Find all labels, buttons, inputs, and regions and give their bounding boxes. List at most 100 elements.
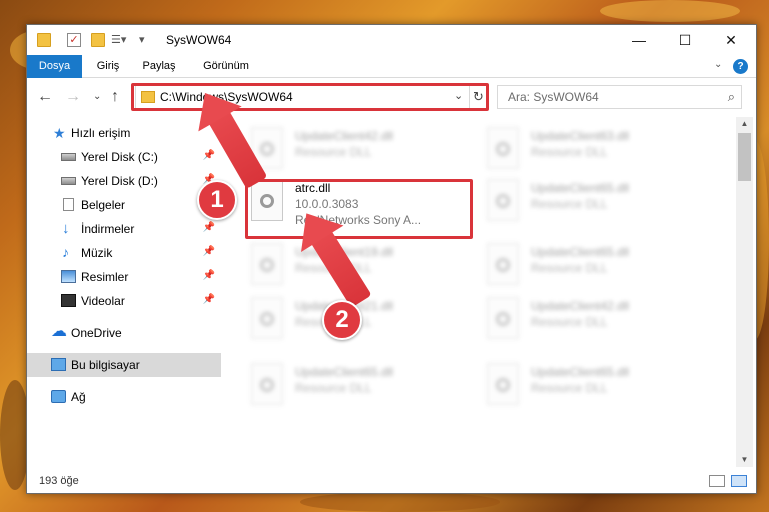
network-icon	[51, 390, 66, 403]
scroll-up-icon[interactable]: ▲	[736, 117, 753, 131]
file-tile-atrc[interactable]: atrc.dll 10.0.0.3083 RealNetworks Sony A…	[249, 175, 479, 233]
tab-share[interactable]: Paylaş	[133, 55, 185, 78]
file-list: UpdateClient42.dll Resource DLL UpdateCl…	[223, 117, 735, 467]
pin-icon[interactable]: 📌	[203, 150, 215, 161]
picture-icon	[61, 270, 76, 283]
sidebar-item-label: Resimler	[81, 270, 129, 284]
file-name: UpdateClient65.dll	[531, 181, 630, 195]
file-description: Resource DLL	[531, 315, 608, 329]
title-bar: ✓ ☰▾ ▾ SysWOW64 — ☐ ✕	[27, 25, 756, 55]
sidebar-item-music[interactable]: ♪ Müzik 📌	[27, 241, 221, 265]
sidebar-item-label: İndirmeler	[81, 222, 135, 236]
drive-icon	[61, 153, 76, 161]
up-arrow-icon[interactable]: ↑	[111, 88, 119, 106]
close-icon: ✕	[725, 31, 737, 48]
details-view-icon[interactable]	[709, 475, 725, 487]
search-input[interactable]: Ara: SysWOW64 ⌕	[497, 85, 742, 109]
dll-file-icon	[487, 179, 519, 221]
maximize-button[interactable]: ☐	[662, 25, 708, 55]
sidebar-item-local-disk-c[interactable]: Yerel Disk (C:) 📌	[27, 145, 221, 169]
expand-ribbon-icon[interactable]: ⌄	[714, 59, 726, 73]
sidebar-item-network[interactable]: Ağ	[27, 385, 221, 409]
recent-locations-icon[interactable]: ⌄	[93, 88, 101, 106]
step-badge-2: 2	[322, 300, 362, 340]
sidebar-item-this-pc[interactable]: Bu bilgisayar	[27, 353, 221, 377]
drive-icon	[61, 177, 76, 185]
vertical-scrollbar[interactable]: ▲ ▼	[736, 117, 753, 467]
sidebar-item-quick-access[interactable]: ★ Hızlı erişim	[27, 121, 221, 145]
sidebar-item-documents[interactable]: Belgeler 📌	[27, 193, 221, 217]
pin-icon[interactable]: 📌	[203, 294, 215, 305]
tiles-view-icon[interactable]	[731, 475, 747, 487]
download-arrow-icon: ↓	[62, 220, 70, 237]
file-tile[interactable]: UpdateClient65.dll Resource DLL	[249, 359, 479, 417]
file-name: UpdateClient42.dll	[295, 129, 394, 143]
file-description: Resource DLL	[295, 145, 372, 159]
quick-access-dropdown-icon[interactable]: ▾	[139, 33, 153, 47]
close-button[interactable]: ✕	[708, 25, 754, 55]
sidebar-item-label: Yerel Disk (C:)	[81, 150, 158, 164]
file-description: Resource DLL	[531, 145, 608, 159]
sidebar-item-label: Belgeler	[81, 198, 126, 212]
navigation-bar: ← → ⌄ ↑ C:\Windows\SysWOW64 ⌄ ↻ Ara: Sys…	[27, 79, 756, 115]
help-icon[interactable]: ?	[733, 59, 748, 74]
file-description: Resource DLL	[531, 381, 608, 395]
new-folder-icon[interactable]	[91, 33, 105, 47]
file-description: Resource DLL	[531, 261, 608, 275]
document-icon	[63, 198, 74, 211]
sidebar-item-label: Yerel Disk (D:)	[81, 174, 158, 188]
dll-file-icon	[487, 363, 519, 405]
sidebar-item-label: Hızlı erişim	[71, 126, 131, 140]
film-icon	[61, 294, 76, 307]
sidebar-item-pictures[interactable]: Resimler 📌	[27, 265, 221, 289]
window-title: SysWOW64	[166, 33, 232, 47]
item-count: 193 öğe	[39, 475, 79, 487]
sidebar-item-label: Müzik	[81, 246, 113, 260]
step-badge-1: 1	[197, 180, 237, 220]
chevron-down-icon[interactable]: ⌄	[454, 89, 463, 102]
sidebar-item-videos[interactable]: Videolar 📌	[27, 289, 221, 313]
file-tile[interactable]: UpdateClient21.dll Resource DLL	[249, 293, 479, 351]
tab-file[interactable]: Dosya	[27, 55, 82, 78]
file-description: Resource DLL	[295, 381, 372, 395]
pin-icon[interactable]: 📌	[203, 246, 215, 257]
file-tile[interactable]: UpdateClient42.dll Resource DLL	[249, 123, 479, 181]
file-tile[interactable]: UpdateClient65.dll Resource DLL	[485, 359, 715, 417]
pin-icon[interactable]: 📌	[203, 222, 215, 233]
dll-file-icon	[251, 179, 283, 221]
customize-toolbar-icon[interactable]: ☰▾	[111, 33, 131, 47]
star-icon: ★	[53, 125, 66, 141]
explorer-window: ✓ ☰▾ ▾ SysWOW64 — ☐ ✕ Dosya Giriş Paylaş…	[26, 24, 757, 494]
file-tile[interactable]: UpdateClient42.dll Resource DLL	[485, 293, 715, 351]
sidebar-item-downloads[interactable]: ↓ İndirmeler 📌	[27, 217, 221, 241]
file-tile[interactable]: UpdateClient63.dll Resource DLL	[485, 123, 715, 181]
search-icon[interactable]: ⌕	[728, 89, 735, 105]
properties-icon[interactable]: ✓	[67, 33, 81, 47]
pin-icon[interactable]: 📌	[203, 270, 215, 281]
minimize-button[interactable]: —	[616, 25, 662, 55]
sidebar-item-local-disk-d[interactable]: Yerel Disk (D:) 📌	[27, 169, 221, 193]
scrollbar-thumb[interactable]	[738, 133, 751, 181]
status-bar: 193 öğe	[27, 469, 756, 493]
cloud-icon: ☁	[51, 323, 67, 340]
maximize-icon: ☐	[678, 31, 692, 48]
back-arrow-icon[interactable]: ←	[37, 88, 53, 106]
navigation-pane: ★ Hızlı erişim Yerel Disk (C:) 📌 Yerel D…	[27, 117, 221, 467]
file-name: atrc.dll	[295, 181, 331, 195]
tab-home[interactable]: Giriş	[85, 55, 131, 78]
music-note-icon: ♪	[62, 244, 69, 260]
leaf-decoration	[300, 492, 500, 512]
folder-icon	[37, 33, 51, 47]
file-name: UpdateClient42.dll	[531, 299, 630, 313]
file-description: Resource DLL	[531, 197, 608, 211]
file-tile[interactable]: UpdateClient65.dll Resource DLL	[485, 175, 715, 233]
folder-icon	[141, 91, 155, 103]
refresh-icon[interactable]: ↻	[469, 86, 487, 108]
file-tile[interactable]: UpdateClient65.dll Resource DLL	[485, 239, 715, 297]
sidebar-item-onedrive[interactable]: ☁ OneDrive	[27, 321, 221, 345]
scroll-down-icon[interactable]: ▼	[736, 453, 753, 467]
forward-arrow-icon[interactable]: →	[65, 88, 81, 106]
sidebar-item-label: Bu bilgisayar	[71, 358, 140, 372]
tab-view[interactable]: Görünüm	[191, 55, 261, 78]
ribbon-tabs: Dosya Giriş Paylaş Görünüm ⌄ ?	[27, 55, 756, 78]
